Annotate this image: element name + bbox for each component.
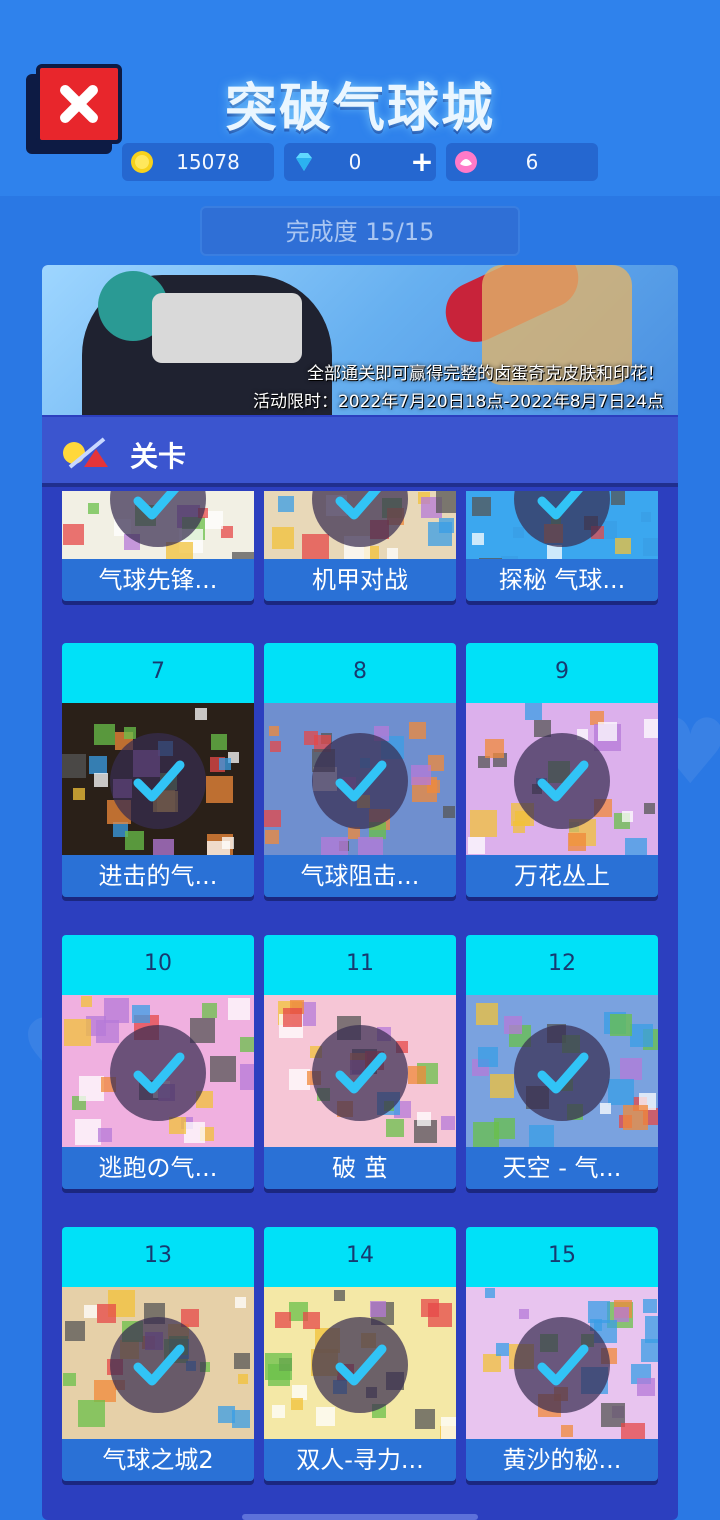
levels-panel: 全部通关即可赢得完整的卤蛋奇克皮肤和印花！ 活动限时：2022年7月20日18点… — [42, 265, 678, 1520]
level-card[interactable]: 14 双人-寻力... — [264, 1227, 456, 1481]
completed-check-icon — [312, 1317, 408, 1413]
completed-check-icon — [110, 1317, 206, 1413]
level-name: 黄沙的秘... — [466, 1439, 658, 1481]
level-name: 破 茧 — [264, 1147, 456, 1189]
level-name: 气球先锋... — [62, 559, 254, 601]
completed-check-icon — [110, 733, 206, 829]
event-banner: 全部通关即可赢得完整的卤蛋奇克皮肤和印花！ 活动限时：2022年7月20日18点… — [42, 265, 678, 415]
level-card[interactable]: 7 进击的气... — [62, 643, 254, 897]
completion-badge: 完成度 15/15 — [200, 206, 520, 256]
page-title: 突破气球城 — [224, 79, 495, 139]
level-number: 11 — [264, 935, 456, 995]
completed-check-icon — [312, 1025, 408, 1121]
level-thumbnail — [466, 491, 658, 559]
level-card[interactable]: 10 逃跑の气... — [62, 935, 254, 1189]
level-thumbnail — [264, 995, 456, 1147]
level-thumbnail — [62, 1287, 254, 1439]
level-name: 万花丛上 — [466, 855, 658, 897]
level-card[interactable]: 12 天空 - 气... — [466, 935, 658, 1189]
level-thumbnail — [62, 995, 254, 1147]
levels-grid[interactable]: 气球先锋... 机甲对战 探秘 气球... 7 进击的气... 8 气球阻击... 9 万花丛上… — [42, 491, 678, 1520]
completed-check-icon — [514, 733, 610, 829]
level-card[interactable]: 13 气球之城2 — [62, 1227, 254, 1481]
top-bar: 突破气球城 15078 0 + 6 — [0, 0, 720, 196]
level-card[interactable]: 9 万花丛上 — [466, 643, 658, 897]
level-name: 探秘 气球... — [466, 559, 658, 601]
level-thumbnail — [466, 1287, 658, 1439]
level-number: 9 — [466, 643, 658, 703]
level-card[interactable]: 15 黄沙的秘... — [466, 1227, 658, 1481]
level-card[interactable]: 11 破 茧 — [264, 935, 456, 1189]
level-number: 15 — [466, 1227, 658, 1287]
ticket-value: 6 — [525, 150, 539, 174]
level-card[interactable]: 探秘 气球... — [466, 491, 658, 601]
level-name: 天空 - 气... — [466, 1147, 658, 1189]
level-thumbnail — [62, 491, 254, 559]
level-name: 气球之城2 — [62, 1439, 254, 1481]
level-name: 气球阻击... — [264, 855, 456, 897]
completed-check-icon — [514, 1317, 610, 1413]
close-button[interactable] — [26, 64, 122, 154]
coin-icon — [131, 151, 153, 173]
completed-check-icon — [514, 1025, 610, 1121]
level-name: 逃跑の气... — [62, 1147, 254, 1189]
level-name: 进击的气... — [62, 855, 254, 897]
level-card[interactable]: 气球先锋... — [62, 491, 254, 601]
levels-section-header: 关卡 — [42, 417, 678, 487]
lotus-icon — [455, 151, 477, 173]
level-thumbnail — [264, 1287, 456, 1439]
level-thumbnail — [264, 703, 456, 855]
level-card[interactable]: 8 气球阻击... — [264, 643, 456, 897]
level-thumbnail — [264, 491, 456, 559]
gem-value: 0 — [348, 150, 362, 174]
level-name: 机甲对战 — [264, 559, 456, 601]
banner-date-text: 活动限时：2022年7月20日18点-2022年8月7日24点 — [252, 392, 664, 412]
level-name: 双人-寻力... — [264, 1439, 456, 1481]
level-number: 8 — [264, 643, 456, 703]
gem-icon — [296, 153, 312, 171]
coin-value: 15078 — [176, 150, 240, 174]
add-gems-button[interactable]: + — [410, 143, 434, 181]
level-number: 13 — [62, 1227, 254, 1287]
level-thumbnail — [466, 703, 658, 855]
level-card[interactable]: 机甲对战 — [264, 491, 456, 601]
level-number: 14 — [264, 1227, 456, 1287]
level-thumbnail — [466, 995, 658, 1147]
level-category-icon — [63, 437, 108, 469]
scrollbar[interactable] — [242, 1514, 478, 1520]
banner-reward-text: 全部通关即可赢得完整的卤蛋奇克皮肤和印花！ — [307, 364, 664, 384]
completed-check-icon — [110, 1025, 206, 1121]
level-number: 12 — [466, 935, 658, 995]
level-number: 7 — [62, 643, 254, 703]
close-icon — [60, 85, 98, 123]
level-number: 10 — [62, 935, 254, 995]
ticket-counter: 6 — [446, 143, 598, 181]
completed-check-icon — [312, 733, 408, 829]
section-title: 关卡 — [130, 440, 187, 473]
level-thumbnail — [62, 703, 254, 855]
coin-counter: 15078 — [122, 143, 274, 181]
